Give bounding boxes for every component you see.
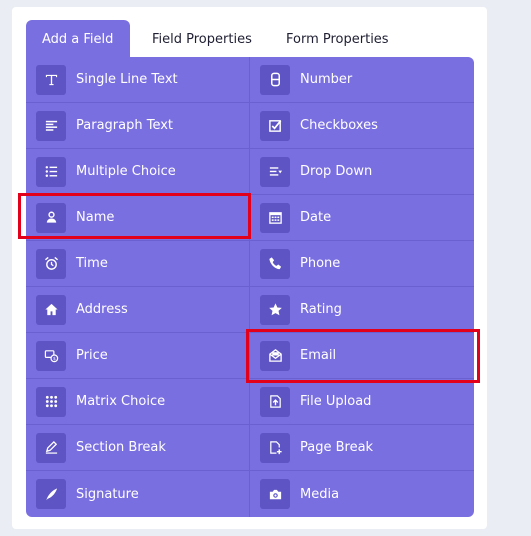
phone-icon xyxy=(260,248,290,279)
field-label: Multiple Choice xyxy=(76,164,176,179)
field-rating[interactable]: Rating xyxy=(250,287,474,333)
field-label: Time xyxy=(76,256,108,271)
calendar-icon xyxy=(260,202,290,233)
pen-icon xyxy=(36,432,66,463)
text-t-icon xyxy=(36,64,66,95)
field-label: Single Line Text xyxy=(76,72,178,87)
field-label: Name xyxy=(76,210,115,225)
upload-icon xyxy=(260,386,290,417)
field-single-line-text[interactable]: Single Line Text xyxy=(26,57,250,103)
home-icon xyxy=(36,294,66,325)
field-label: Media xyxy=(300,486,340,502)
field-label: Email xyxy=(300,348,337,363)
field-file-upload[interactable]: File Upload xyxy=(250,379,474,425)
field-media[interactable]: Media xyxy=(250,471,474,517)
field-label: File Upload xyxy=(300,394,372,409)
tab-add-a-field[interactable]: Add a Field xyxy=(26,20,130,58)
field-label: Page Break xyxy=(300,440,374,455)
field-checkboxes[interactable]: Checkboxes xyxy=(250,103,474,149)
field-label: Date xyxy=(300,210,332,225)
tab-form-properties[interactable]: Form Properties xyxy=(286,20,403,58)
field-time[interactable]: Time xyxy=(26,241,250,287)
grid-dots-icon xyxy=(36,386,66,417)
dropdown-icon xyxy=(260,156,290,187)
page-add-icon xyxy=(260,432,290,463)
field-label: Price xyxy=(76,348,108,363)
field-price[interactable]: $ Price xyxy=(26,333,250,379)
checkbox-icon xyxy=(260,110,290,141)
field-number[interactable]: Number xyxy=(250,57,474,103)
field-name[interactable]: Name xyxy=(26,195,250,241)
field-paragraph-text[interactable]: Paragraph Text xyxy=(26,103,250,149)
star-icon xyxy=(260,294,290,325)
field-signature[interactable]: Signature xyxy=(26,471,250,517)
field-email[interactable]: Email xyxy=(250,333,474,379)
number-8-icon xyxy=(260,64,290,95)
svg-text:$: $ xyxy=(52,356,55,362)
field-label: Drop Down xyxy=(300,164,373,179)
field-label: Signature xyxy=(76,486,139,502)
alarm-clock-icon xyxy=(36,248,66,279)
field-matrix-choice[interactable]: Matrix Choice xyxy=(26,379,250,425)
paragraph-icon xyxy=(36,110,66,141)
field-label: Checkboxes xyxy=(300,118,378,133)
list-icon xyxy=(36,156,66,187)
field-drop-down[interactable]: Drop Down xyxy=(250,149,474,195)
camera-icon xyxy=(260,479,290,509)
field-page-break[interactable]: Page Break xyxy=(250,425,474,471)
field-multiple-choice[interactable]: Multiple Choice xyxy=(26,149,250,195)
field-date[interactable]: Date xyxy=(250,195,474,241)
field-label: Phone xyxy=(300,256,341,271)
field-section-break[interactable]: Section Break xyxy=(26,425,250,471)
person-icon xyxy=(36,202,66,233)
field-phone[interactable]: Phone xyxy=(250,241,474,287)
field-address[interactable]: Address xyxy=(26,287,250,333)
tab-field-properties[interactable]: Field Properties xyxy=(152,20,276,58)
field-label: Rating xyxy=(300,302,342,317)
field-label: Section Break xyxy=(76,440,166,455)
field-label: Matrix Choice xyxy=(76,394,166,409)
field-palette: Single Line Text Number Paragraph Text C… xyxy=(26,57,474,517)
quill-icon xyxy=(36,479,66,509)
envelope-icon xyxy=(260,340,290,371)
money-icon: $ xyxy=(36,340,66,371)
field-label: Paragraph Text xyxy=(76,118,174,133)
field-label: Address xyxy=(76,302,128,317)
field-label: Number xyxy=(300,72,353,87)
tab-bar: Add a Field Field Properties Form Proper… xyxy=(26,20,413,58)
